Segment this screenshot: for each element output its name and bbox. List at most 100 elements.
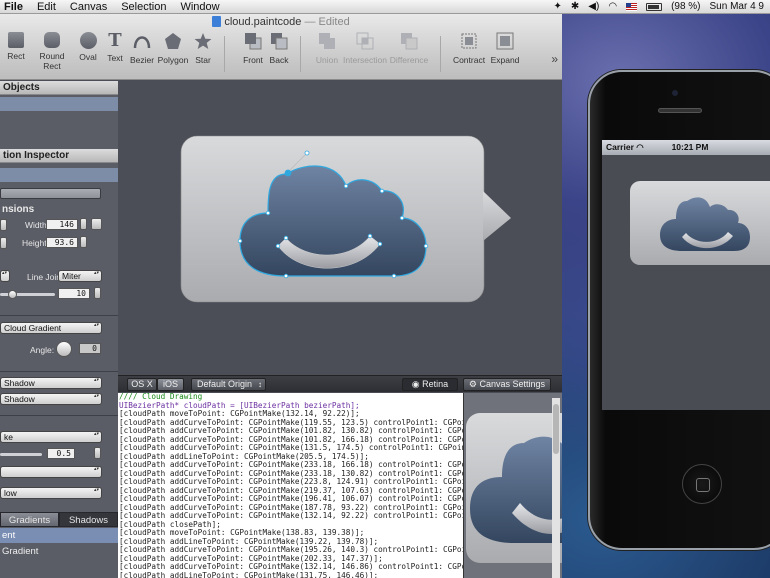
front-tool[interactable]: Front [240,32,266,65]
library-item-selected[interactable]: ent [0,528,118,543]
menu-canvas[interactable]: Canvas [63,0,114,14]
line-cap-popup[interactable] [0,270,10,282]
canvas-settings-label: Canvas Settings [479,379,546,389]
star-icon [194,33,212,49]
menu-edit[interactable]: Edit [30,0,63,14]
iphone-clock: 10:21 PM [671,142,709,152]
code-line: [cloudPath addCurveToPoint: CGPointMake(… [119,427,463,435]
stroke-width-stepper[interactable] [94,287,101,299]
home-button[interactable] [682,464,722,504]
inner-shadow-popup[interactable]: Shadow [0,393,102,405]
opacity-slider[interactable] [0,453,42,456]
code-line: [cloudPath addCurveToPoint: CGPointMake(… [119,478,463,486]
outer-shadow-popup[interactable]: Shadow [0,377,102,389]
tab-shadows[interactable]: Shadows [59,512,118,527]
expand-tool[interactable]: Expand [488,32,522,65]
library-item[interactable]: Gradient [0,544,118,559]
contract-tool-label: Contract [452,55,486,65]
code-line: [cloudPath closePath]; [119,520,221,529]
code-line: [cloudPath addCurveToPoint: CGPointMake(… [119,461,463,469]
code-scrollbar-thumb[interactable] [553,404,559,454]
opacity-stepper[interactable] [94,447,101,459]
bezier-icon [133,36,151,49]
ios-button[interactable]: iOS [157,378,184,391]
library-tabs: Gradients Shadows [0,512,118,527]
bluetooth-icon[interactable]: ✱ [571,1,579,12]
code-line: [cloudPath addCurveToPoint: CGPointMake(… [119,554,383,563]
toolbar-overflow-icon[interactable]: » [551,52,558,66]
toolbar-separator [300,36,301,72]
battery-icon[interactable] [646,2,663,11]
text-tool[interactable]: T Text [102,32,128,64]
dimensions-heading: nsions [2,204,35,215]
input-flag-icon[interactable] [626,2,638,11]
inspector-selected-row [0,168,118,182]
retina-toggle[interactable]: ◉ Retina [402,378,458,391]
polygon-tool[interactable]: Polygon [157,32,189,65]
intersection-tool-label: Intersection [343,55,387,65]
window-title: cloud.paintcode — Edited [0,16,562,28]
lock-ratio-icon[interactable] [91,218,102,230]
oval-icon [79,32,97,49]
menu-selection[interactable]: Selection [114,0,173,14]
tab-gradients[interactable]: Gradients [0,512,59,527]
height-stepper[interactable] [80,236,87,248]
code-scrollbar[interactable] [552,398,560,578]
height-label: Height: [22,238,49,248]
volume-icon[interactable]: ◀) [588,1,599,12]
gradient-popup[interactable]: Cloud Gradient [0,322,102,334]
menu-clock[interactable]: Sun Mar 4 9 [710,1,764,12]
union-tool[interactable]: Union [313,32,341,65]
stroke-color-popup[interactable]: ke [0,431,102,443]
stroke-width-field[interactable]: 10 [58,288,90,299]
opacity-field[interactable]: 0.5 [47,448,75,459]
difference-tool[interactable]: Difference [389,32,429,65]
height-field[interactable]: 93.6 [46,237,78,248]
earpiece-speaker [658,108,702,113]
cloud-drawing[interactable] [118,81,562,375]
polygon-tool-label: Polygon [157,55,189,65]
wifi-icon[interactable]: ◠ [608,1,617,12]
origin-popup-value: Default Origin [197,379,253,389]
name-field[interactable] [0,188,101,199]
star-tool[interactable]: Star [190,32,216,65]
code-toolbar: OS X iOS Default Origin ◉ Retina ⚙ Canva… [118,375,562,392]
contract-tool[interactable]: Contract [452,32,486,65]
window-toolbar: cloud.paintcode — Edited Rect Round Rect… [0,14,562,80]
origin-popup[interactable]: Default Origin [191,378,266,391]
oval-tool[interactable]: Oval [75,32,101,62]
iphone-screen[interactable]: Carrier ◠ 10:21 PM [602,140,770,410]
round-rect-tool[interactable]: Round Rect [30,32,74,71]
line-join-popup[interactable]: Miter [58,270,102,282]
x-stepper[interactable] [0,219,7,231]
intersection-icon [356,32,374,50]
angle-field[interactable]: 0 [79,343,101,354]
gradient-popup-value: Cloud Gradient [4,323,62,333]
back-tool[interactable]: Back [266,32,292,65]
shadow-style-popup[interactable]: low [0,487,102,499]
menu-window[interactable]: Window [173,0,226,14]
intersection-tool[interactable]: Intersection [342,32,388,65]
round-rect-tool-label: Round Rect [39,51,65,71]
code-line: UIBezierPath* cloudPath = [UIBezierPath … [119,401,360,410]
objects-selected-row[interactable] [0,97,118,111]
drawing-canvas[interactable] [118,81,562,375]
osx-button[interactable]: OS X [127,378,157,391]
width-stepper[interactable] [80,218,87,230]
y-stepper[interactable] [0,237,7,249]
blend-popup[interactable] [0,466,102,478]
bezier-tool[interactable]: Bezier [128,32,156,65]
canvas-settings-button[interactable]: ⚙ Canvas Settings [463,378,551,391]
generated-code[interactable]: //// Cloud Drawing UIBezierPath* cloudPat… [118,393,463,578]
dropbox-icon[interactable]: ✦ [554,1,562,12]
angle-dial[interactable] [56,341,72,357]
code-line: [cloudPath addCurveToPoint: CGPointMake(… [119,563,463,571]
round-rect-icon [44,32,60,48]
width-field[interactable]: 146 [46,219,78,230]
rect-tool[interactable]: Rect [3,32,29,61]
difference-tool-label: Difference [389,55,429,65]
code-line: [cloudPath addCurveToPoint: CGPointMake(… [119,503,463,512]
sidebar-divider [0,315,118,316]
menu-file[interactable]: File [0,0,30,14]
stroke-slider-knob[interactable] [8,290,17,299]
